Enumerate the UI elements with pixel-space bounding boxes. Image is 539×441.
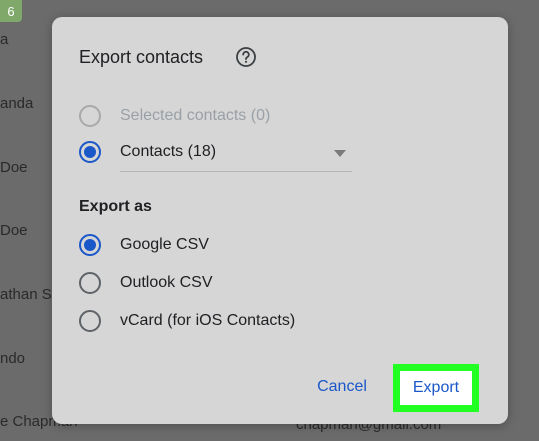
option-label: Google CSV — [120, 236, 209, 253]
dialog-title: Export contacts — [79, 47, 204, 67]
export-as-heading: Export as — [79, 198, 152, 215]
count-badge: 6 — [0, 0, 22, 22]
option-label: Contacts (18) — [120, 143, 217, 160]
export-button[interactable]: Export — [400, 371, 472, 405]
radio-button[interactable] — [79, 272, 101, 294]
contacts-select-underline — [120, 171, 352, 172]
contacts-option[interactable]: Contacts (18) — [79, 139, 216, 165]
vcard-option[interactable]: vCard (for iOS Contacts) — [79, 308, 295, 334]
radio-button[interactable] — [79, 310, 101, 332]
help-circle-icon[interactable] — [235, 46, 257, 68]
cancel-button[interactable]: Cancel — [308, 373, 376, 401]
radio-button[interactable] — [79, 234, 101, 256]
contact-name[interactable]: athan S — [0, 286, 52, 303]
option-label: vCard (for iOS Contacts) — [120, 312, 296, 329]
contact-name[interactable]: Doe — [0, 159, 28, 176]
contact-name[interactable]: a — [0, 31, 8, 48]
contact-name[interactable]: anda — [0, 95, 33, 112]
radio-button[interactable] — [79, 141, 101, 163]
contact-name[interactable]: ndo — [0, 350, 25, 367]
selected-contacts-option: Selected contacts (0) — [79, 103, 270, 129]
contact-name[interactable]: Doe — [0, 222, 28, 239]
google-csv-option[interactable]: Google CSV — [79, 232, 209, 258]
outlook-csv-option[interactable]: Outlook CSV — [79, 270, 212, 296]
option-label: Selected contacts (0) — [120, 107, 271, 124]
radio-button — [79, 105, 101, 127]
option-label: Outlook CSV — [120, 274, 213, 291]
export-contacts-dialog: Export contacts Selected contacts (0) Co… — [52, 17, 508, 424]
chevron-down-icon[interactable] — [334, 150, 346, 157]
